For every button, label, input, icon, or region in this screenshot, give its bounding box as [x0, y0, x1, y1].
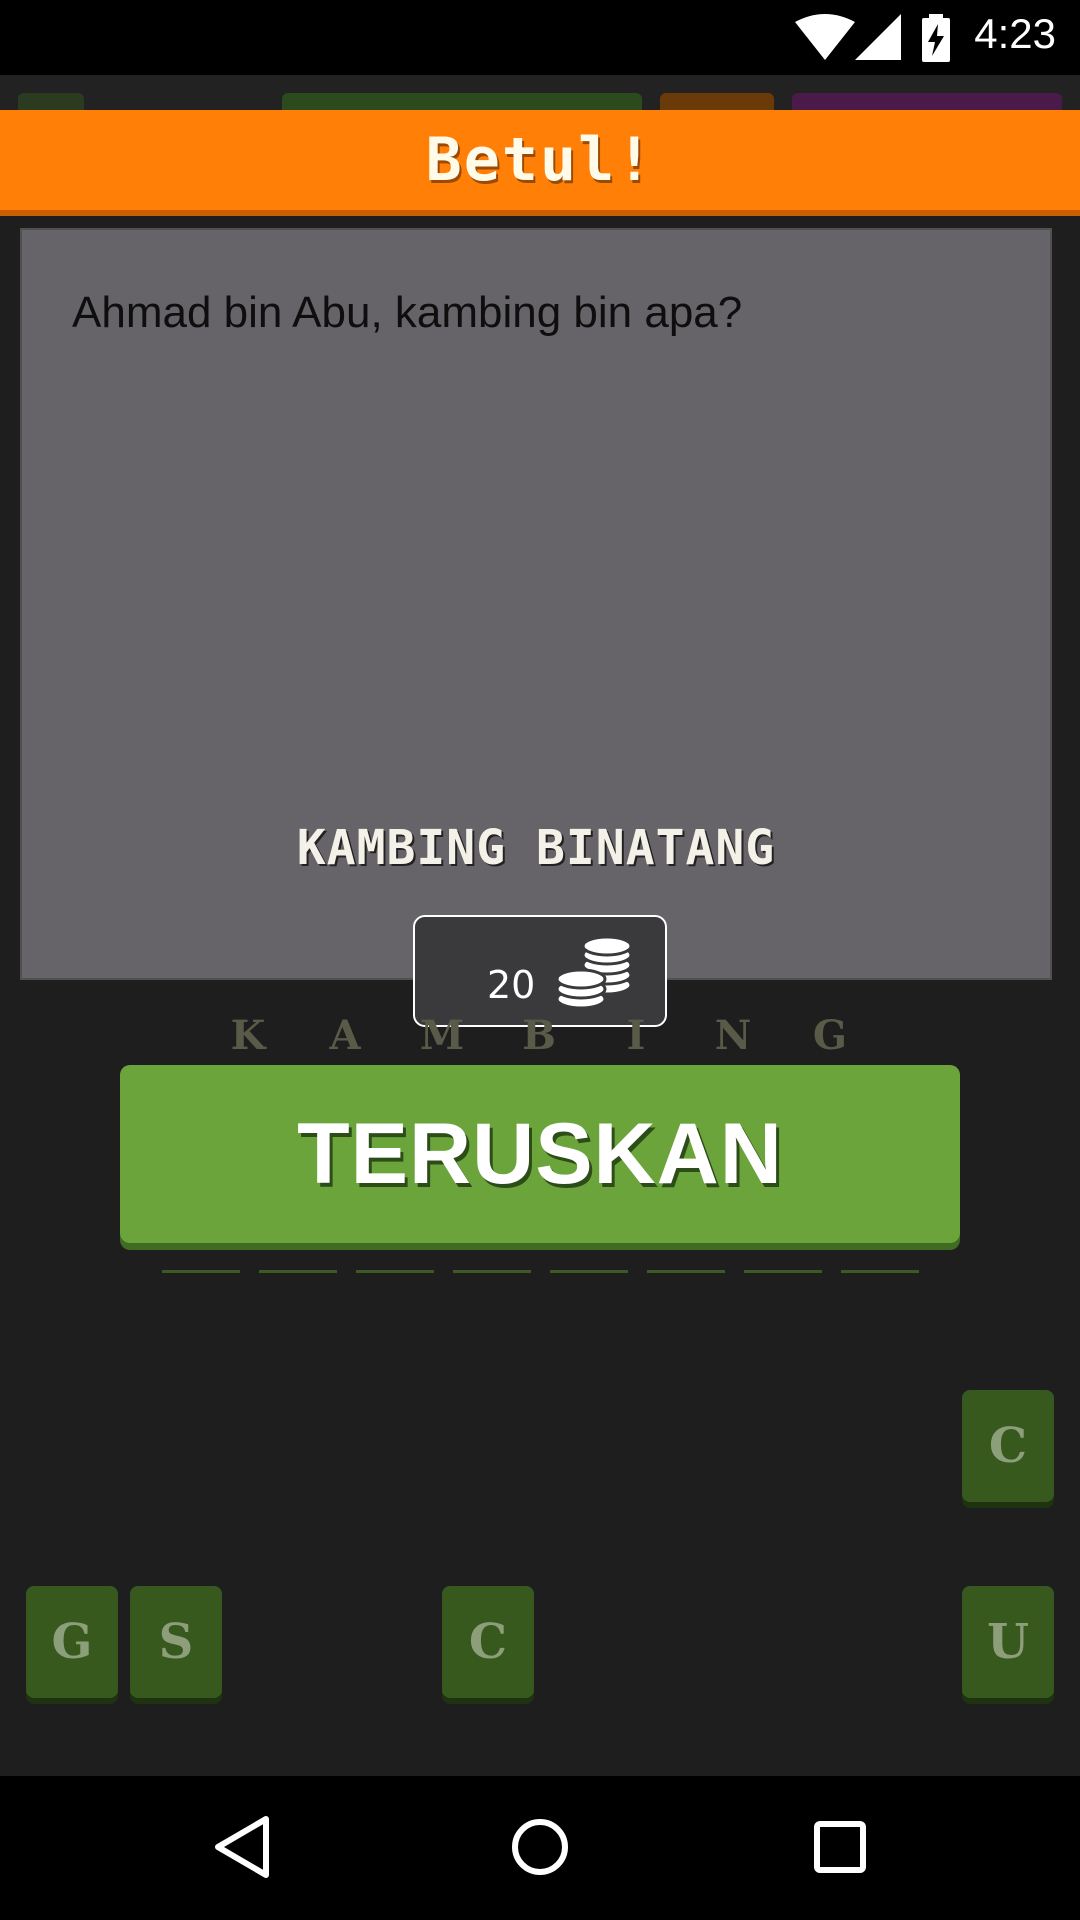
signal-icon — [855, 14, 901, 60]
answer-slot — [162, 1270, 240, 1273]
letter-tile-label: G — [51, 1614, 93, 1670]
reward-badge: 20 — [413, 915, 667, 1027]
reward-amount: 20 — [487, 963, 536, 1007]
status-bar: 4:23 — [0, 0, 1080, 75]
answer-letter: K — [230, 1012, 266, 1059]
letter-tile[interactable]: G — [26, 1586, 118, 1698]
letter-tile[interactable]: C — [962, 1390, 1054, 1502]
answer-letter: N — [714, 1012, 752, 1059]
recents-icon[interactable] — [812, 1814, 868, 1880]
answer-slot — [259, 1270, 337, 1273]
answer-slot — [453, 1270, 531, 1273]
continue-button[interactable]: TERUSKAN — [120, 1065, 960, 1243]
game-header — [0, 75, 1080, 133]
letter-tile-label: S — [158, 1614, 194, 1670]
navigation-bar — [0, 1776, 1080, 1920]
answer-slot — [356, 1270, 434, 1273]
answer-letter: I — [626, 1012, 646, 1059]
wifi-icon — [795, 14, 855, 60]
letter-tile-label: U — [987, 1614, 1029, 1670]
letter-tile-label: C — [468, 1614, 508, 1670]
back-icon[interactable] — [212, 1814, 272, 1880]
answer-text: KAMBING BINATANG — [296, 820, 776, 876]
question-panel: Ahmad bin Abu, kambing bin apa? KAMBING … — [20, 228, 1052, 980]
home-icon[interactable] — [509, 1814, 571, 1880]
battery-charging-icon — [922, 14, 950, 62]
answer-slot — [744, 1270, 822, 1273]
letter-tile[interactable]: S — [130, 1586, 222, 1698]
letter-tile[interactable]: U — [962, 1586, 1054, 1698]
answer-letter: A — [329, 1012, 361, 1059]
answer-letter: B — [522, 1012, 556, 1059]
screen: 4:23 Betul! Ahmad bin Abu, kambing bin a… — [0, 0, 1080, 1920]
coins-icon — [555, 935, 633, 1010]
answer-slot — [841, 1270, 919, 1273]
answer-slot — [647, 1270, 725, 1273]
letter-tile[interactable]: C — [442, 1586, 534, 1698]
result-title: Betul! — [425, 125, 655, 195]
continue-button-label: TERUSKAN — [297, 1105, 783, 1202]
letter-tile-label: C — [988, 1418, 1028, 1474]
answer-letter: M — [419, 1012, 465, 1059]
clock: 4:23 — [974, 10, 1056, 57]
answer-slot — [550, 1270, 628, 1273]
result-banner: Betul! — [0, 110, 1080, 210]
question-text: Ahmad bin Abu, kambing bin apa? — [72, 288, 743, 337]
answer-letter: G — [812, 1012, 848, 1059]
